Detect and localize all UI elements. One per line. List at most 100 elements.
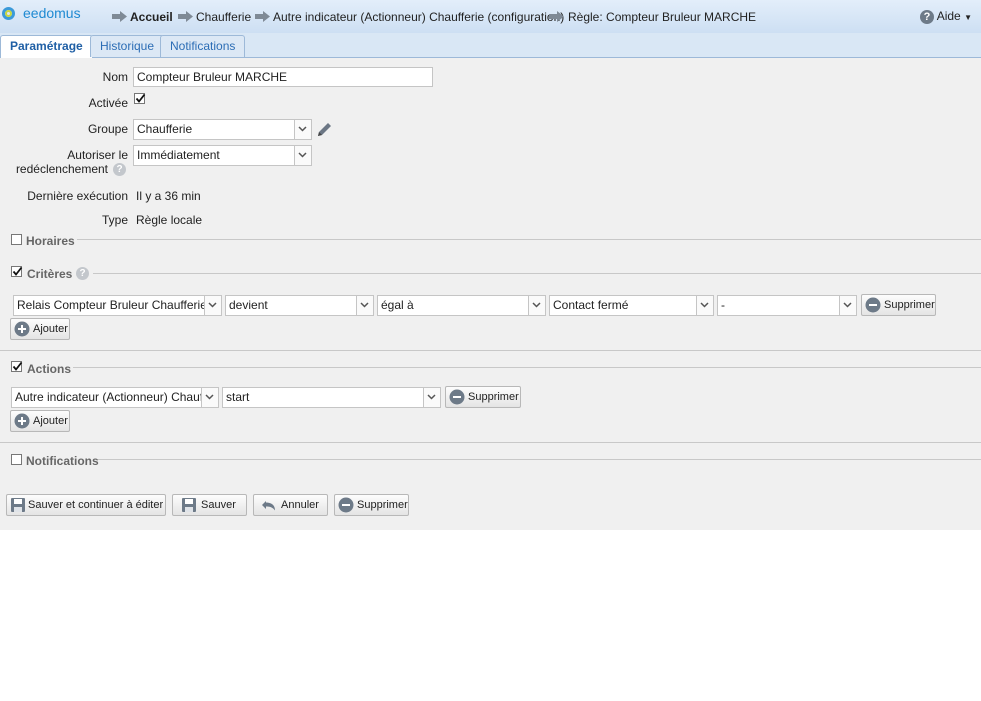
- groupe-select[interactable]: Chaufferie: [133, 119, 312, 140]
- action-value-value: start: [226, 390, 250, 404]
- breadcrumb-arrow-icon: [549, 11, 564, 22]
- floppy-disk-icon: [11, 498, 25, 512]
- groupe-value: Chaufferie: [137, 122, 193, 136]
- checkmark-icon: [135, 93, 146, 103]
- chevron-down-icon: [208, 302, 217, 308]
- help-menu[interactable]: ? Aide ▼: [920, 9, 972, 24]
- help-icon: ?: [920, 9, 935, 24]
- tab-parametrage[interactable]: Paramétrage: [0, 35, 93, 59]
- section-divider: [77, 239, 981, 240]
- save-label: Sauver: [201, 499, 236, 511]
- chevron-down-icon: [298, 152, 307, 158]
- section-divider: [73, 367, 981, 368]
- plus-circle-icon: [14, 321, 30, 337]
- criteria-value-select[interactable]: Contact fermé: [549, 295, 714, 316]
- checkmark-icon: [12, 361, 23, 371]
- dropdown-button[interactable]: [294, 146, 311, 165]
- section-divider: [98, 459, 981, 460]
- minus-circle-icon: [449, 389, 465, 405]
- dropdown-button[interactable]: [294, 120, 311, 139]
- breadcrumb-device[interactable]: Autre indicateur (Actionneur) Chaufferie…: [273, 10, 564, 24]
- plus-circle-icon: [14, 413, 30, 429]
- action-add-label: Ajouter: [33, 415, 68, 427]
- criteria-remove-button[interactable]: Supprimer: [861, 294, 936, 316]
- criteria-add-button[interactable]: Ajouter: [10, 318, 70, 340]
- minus-circle-icon: [338, 497, 354, 513]
- action-device-value: Autre indicateur (Actionneur) Chaufferie: [15, 390, 219, 404]
- delete-button[interactable]: Supprimer: [334, 494, 409, 516]
- criteria-operator-value: égal à: [381, 298, 414, 312]
- criteria-extra-value: -: [721, 298, 725, 312]
- criteria-value-value: Contact fermé: [553, 298, 629, 312]
- criteria-condition-value: devient: [229, 298, 268, 312]
- breadcrumb-room[interactable]: Chaufferie: [196, 10, 251, 24]
- dropdown-button[interactable]: [423, 388, 440, 407]
- delete-label: Supprimer: [357, 499, 408, 511]
- action-remove-label: Supprimer: [468, 391, 519, 403]
- criteria-extra-select[interactable]: -: [717, 295, 857, 316]
- dropdown-button[interactable]: [696, 296, 713, 315]
- edit-pencil-icon[interactable]: [316, 121, 333, 138]
- breadcrumb-arrow-icon: [178, 11, 193, 22]
- chevron-down-icon: [205, 394, 214, 400]
- cancel-button[interactable]: Annuler: [253, 494, 328, 516]
- horaires-checkbox[interactable]: [11, 234, 22, 245]
- groupe-label: Groupe: [87, 122, 128, 136]
- activee-checkbox[interactable]: [134, 93, 146, 104]
- tabs-bar: Paramétrage Historique Notifications: [0, 33, 981, 59]
- dropdown-button[interactable]: [204, 296, 221, 315]
- notifications-checkbox[interactable]: [11, 454, 22, 465]
- derniere-execution-value: Il y a 36 min: [136, 189, 201, 203]
- criteria-device-select[interactable]: Relais Compteur Bruleur Chaufferie: [13, 295, 222, 316]
- cancel-label: Annuler: [281, 499, 319, 511]
- dropdown-button[interactable]: [201, 388, 218, 407]
- help-icon[interactable]: ?: [113, 163, 126, 176]
- tab-notifications[interactable]: Notifications: [160, 35, 246, 57]
- dropdown-button[interactable]: [528, 296, 545, 315]
- chevron-down-icon: ▼: [964, 13, 972, 22]
- chevron-down-icon: [298, 126, 307, 132]
- logo-inner-ring-icon: [5, 10, 12, 17]
- dropdown-button[interactable]: [839, 296, 856, 315]
- tab-historique[interactable]: Historique: [90, 35, 165, 57]
- chevron-down-icon: [360, 302, 369, 308]
- help-icon[interactable]: ?: [76, 267, 89, 280]
- chevron-down-icon: [532, 302, 541, 308]
- action-value-select[interactable]: start: [222, 387, 441, 408]
- action-remove-button[interactable]: Supprimer: [445, 386, 521, 408]
- criteres-checkbox[interactable]: [11, 266, 23, 277]
- type-value: Règle locale: [136, 213, 203, 227]
- criteria-device-value: Relais Compteur Bruleur Chaufferie: [17, 298, 207, 312]
- actions-checkbox[interactable]: [11, 361, 23, 372]
- floppy-disk-icon: [182, 498, 196, 512]
- help-label: Aide: [936, 9, 961, 23]
- checkmark-icon: [12, 266, 23, 276]
- criteria-operator-select[interactable]: égal à: [377, 295, 546, 316]
- autoriser-select[interactable]: Immédiatement: [133, 145, 312, 166]
- activee-label: Activée: [88, 96, 128, 110]
- chevron-down-icon: [843, 302, 852, 308]
- chevron-down-icon: [427, 394, 436, 400]
- criteres-title: Critères: [27, 267, 73, 281]
- breadcrumb-arrow-icon: [255, 11, 270, 22]
- criteria-condition-select[interactable]: devient: [225, 295, 374, 316]
- save-button[interactable]: Sauver: [172, 494, 247, 516]
- nom-input[interactable]: Compteur Bruleur MARCHE: [133, 67, 433, 87]
- section-divider: [0, 350, 981, 351]
- dropdown-button[interactable]: [356, 296, 373, 315]
- breadcrumb-home[interactable]: Accueil: [130, 10, 173, 24]
- save-continue-button[interactable]: Sauver et continuer à éditer: [6, 494, 166, 516]
- actions-title: Actions: [27, 362, 72, 376]
- undo-icon: [262, 501, 275, 511]
- notifications-title: Notifications: [26, 454, 99, 468]
- form-panel: Nom Compteur Bruleur MARCHE Activée Grou…: [0, 58, 981, 530]
- section-divider: [93, 273, 981, 274]
- breadcrumb-arrow-icon: [112, 11, 127, 22]
- autoriser-label-1: Autoriser le: [67, 148, 128, 162]
- logo-text: eedomus: [23, 5, 81, 21]
- autoriser-label-2: redéclenchement: [15, 162, 108, 176]
- autoriser-value: Immédiatement: [137, 148, 220, 162]
- section-divider: [0, 442, 981, 443]
- action-device-select[interactable]: Autre indicateur (Actionneur) Chaufferie: [11, 387, 219, 408]
- action-add-button[interactable]: Ajouter: [10, 410, 70, 432]
